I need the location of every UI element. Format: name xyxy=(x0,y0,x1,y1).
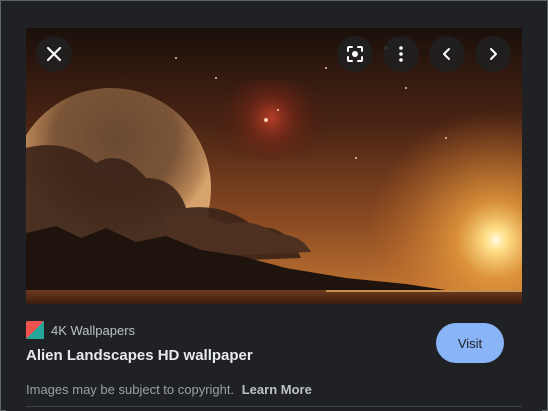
next-image-button[interactable] xyxy=(475,36,511,72)
more-vert-icon xyxy=(399,46,403,62)
previous-image-button[interactable] xyxy=(429,36,465,72)
more-options-button[interactable] xyxy=(383,36,419,72)
google-lens-icon xyxy=(347,46,363,62)
source-name[interactable]: 4K Wallpapers xyxy=(51,323,135,338)
learn-more-link[interactable]: Learn More xyxy=(242,382,312,397)
copyright-text: Images may be subject to copyright. xyxy=(26,382,235,397)
source-favicon-icon xyxy=(26,321,44,339)
copyright-notice: Images may be subject to copyright. Lear… xyxy=(26,382,312,397)
google-lens-button[interactable] xyxy=(337,36,373,72)
source-row[interactable]: 4K Wallpapers xyxy=(26,320,135,340)
close-button[interactable] xyxy=(36,36,72,72)
chevron-right-icon xyxy=(490,48,497,60)
divider xyxy=(26,406,522,407)
image-preview-panel: 4K Wallpapers Alien Landscapes HD wallpa… xyxy=(6,6,542,411)
close-icon xyxy=(46,46,62,62)
visit-button[interactable]: Visit xyxy=(436,323,504,363)
image-title[interactable]: Alien Landscapes HD wallpaper xyxy=(26,347,253,364)
chevron-left-icon xyxy=(443,48,450,60)
